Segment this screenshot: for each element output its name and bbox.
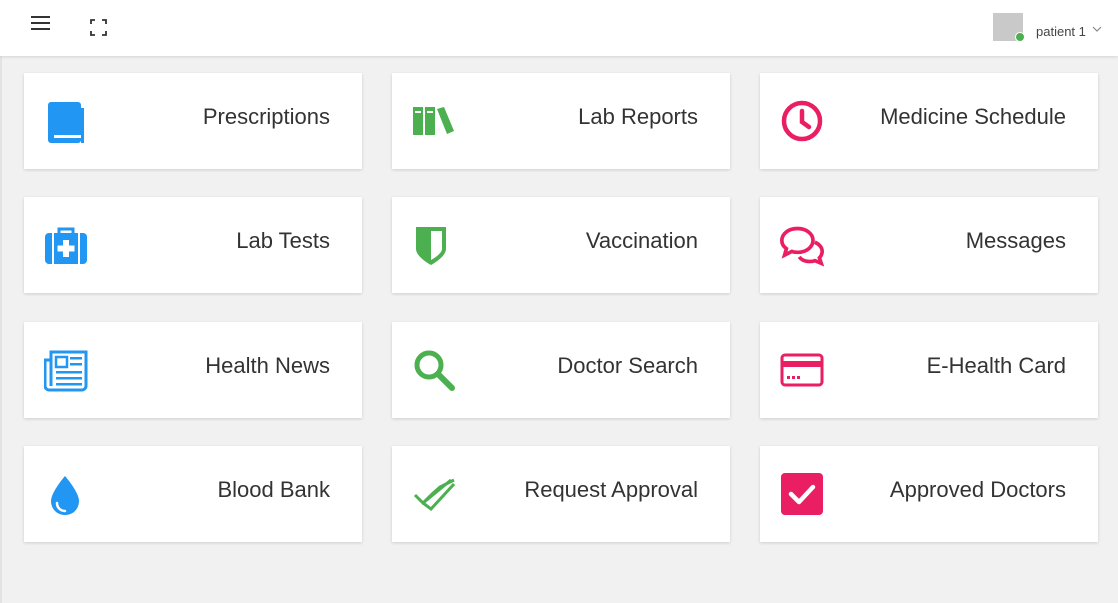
book-icon [48, 102, 84, 143]
tile-e-health-card[interactable]: E-Health Card [760, 322, 1098, 418]
tile-label: Request Approval [524, 477, 698, 502]
tile-label: Health News [205, 353, 330, 378]
chat-bubbles-icon [780, 226, 824, 267]
credit-card-icon [780, 353, 824, 387]
books-icon [413, 107, 454, 135]
hamburger-icon[interactable] [30, 14, 52, 32]
double-check-icon [413, 478, 456, 512]
tile-messages[interactable]: Messages [760, 197, 1098, 293]
tile-lab-reports[interactable]: Lab Reports [392, 73, 730, 169]
avatar[interactable] [993, 13, 1025, 42]
tile-request-approval[interactable]: Request Approval [392, 446, 730, 542]
tile-label: Prescriptions [202, 104, 330, 129]
tile-label: Vaccination [585, 228, 698, 253]
shield-icon [416, 227, 446, 265]
drop-icon [51, 476, 79, 515]
tile-label: Medicine Schedule [880, 104, 1066, 129]
online-status-dot [1015, 32, 1025, 42]
tile-label: Messages [965, 228, 1066, 253]
tile-prescriptions[interactable]: Prescriptions [24, 73, 362, 169]
user-name[interactable]: patient 1 [1036, 24, 1086, 39]
top-bar: patient 1 [0, 0, 1118, 56]
content-left-border [0, 56, 2, 603]
tile-label: Blood Bank [217, 477, 330, 502]
tile-health-news[interactable]: Health News [24, 322, 362, 418]
tile-label: Approved Doctors [889, 477, 1066, 502]
tile-label: Lab Reports [578, 104, 698, 129]
search-icon [414, 350, 455, 391]
tile-label: Doctor Search [557, 353, 698, 378]
tile-lab-tests[interactable]: Lab Tests [24, 197, 362, 293]
clock-icon [781, 100, 823, 142]
newspaper-icon [44, 350, 88, 392]
fullscreen-icon[interactable] [90, 19, 107, 36]
tile-label: E-Health Card [926, 353, 1066, 378]
tile-doctor-search[interactable]: Doctor Search [392, 322, 730, 418]
tile-blood-bank[interactable]: Blood Bank [24, 446, 362, 542]
user-menu[interactable]: patient 1 [988, 13, 1118, 43]
tile-approved-doctors[interactable]: Approved Doctors [760, 446, 1098, 542]
medical-kit-icon [45, 227, 87, 264]
tile-medicine-schedule[interactable]: Medicine Schedule [760, 73, 1098, 169]
chevron-down-icon[interactable] [1092, 25, 1102, 33]
checkbox-icon [781, 473, 823, 515]
tile-vaccination[interactable]: Vaccination [392, 197, 730, 293]
tile-label: Lab Tests [236, 228, 330, 253]
